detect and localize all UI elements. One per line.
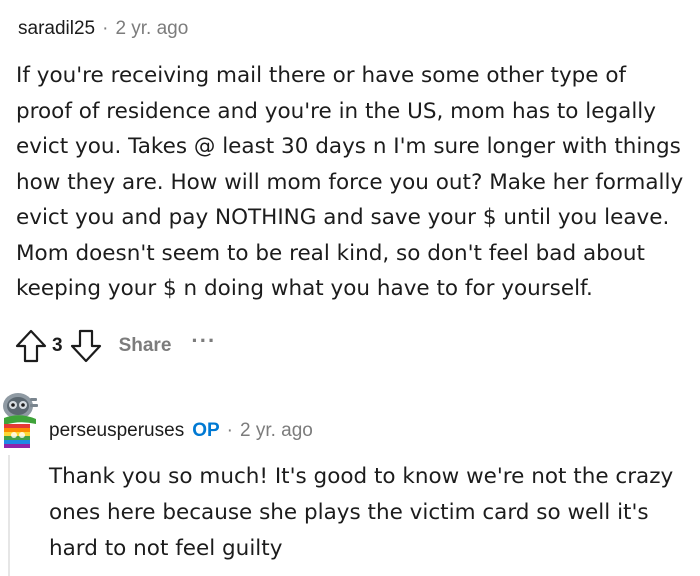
reply-timestamp[interactable]: 2 yr. ago — [240, 420, 313, 442]
comment-body-line: keeping your $ n doing what you have to … — [16, 276, 593, 301]
comment-body-line: evict you. Takes @ least 30 days n I'm s… — [16, 134, 681, 159]
comment-body-line: If you're receiving mail there or have s… — [16, 63, 627, 88]
comment-header: saradil25 · 2 yr. ago — [18, 16, 188, 42]
meta-separator: · — [226, 420, 233, 441]
comment-username[interactable]: saradil25 — [18, 18, 95, 40]
comment-body-line: Mom doesn't seem to be real kind, so don… — [16, 240, 645, 266]
comment-action-bar: 3 Share ··· — [14, 328, 216, 364]
reply-username[interactable]: perseusperuses — [49, 420, 184, 442]
meta-separator: · — [102, 18, 109, 39]
comment-thread: saradil25 · 2 yr. ago If you're receivin… — [0, 0, 700, 576]
reply-body-line: hard to not feel guilty — [49, 536, 283, 561]
reply-header: perseusperuses OP · 2 yr. ago — [49, 418, 313, 444]
comment-body: If you're receiving mail there or have s… — [16, 58, 700, 307]
comment-body-line: how they are. How will mom force you out… — [16, 169, 684, 195]
comment-body-line: evict you and pay NOTHING and save your … — [16, 205, 670, 230]
upvote-arrow-icon[interactable] — [14, 328, 48, 364]
vote-score: 3 — [52, 335, 63, 356]
more-options-button[interactable]: ··· — [191, 328, 216, 354]
thread-line[interactable] — [8, 455, 10, 576]
downvote-arrow-icon[interactable] — [69, 328, 103, 364]
snoo-avatar-icon[interactable] — [0, 388, 42, 454]
share-button[interactable]: Share — [119, 335, 172, 357]
reply-body-line: Thank you so much! It's good to know we'… — [49, 464, 674, 489]
reply-body: Thank you so much! It's good to know we'… — [49, 459, 699, 567]
comment-body-line: proof of residence and you're in the US,… — [16, 98, 656, 124]
reply-body-line: ones here because she plays the victim c… — [49, 500, 649, 525]
op-badge: OP — [192, 420, 220, 441]
comment-timestamp[interactable]: 2 yr. ago — [115, 18, 188, 40]
